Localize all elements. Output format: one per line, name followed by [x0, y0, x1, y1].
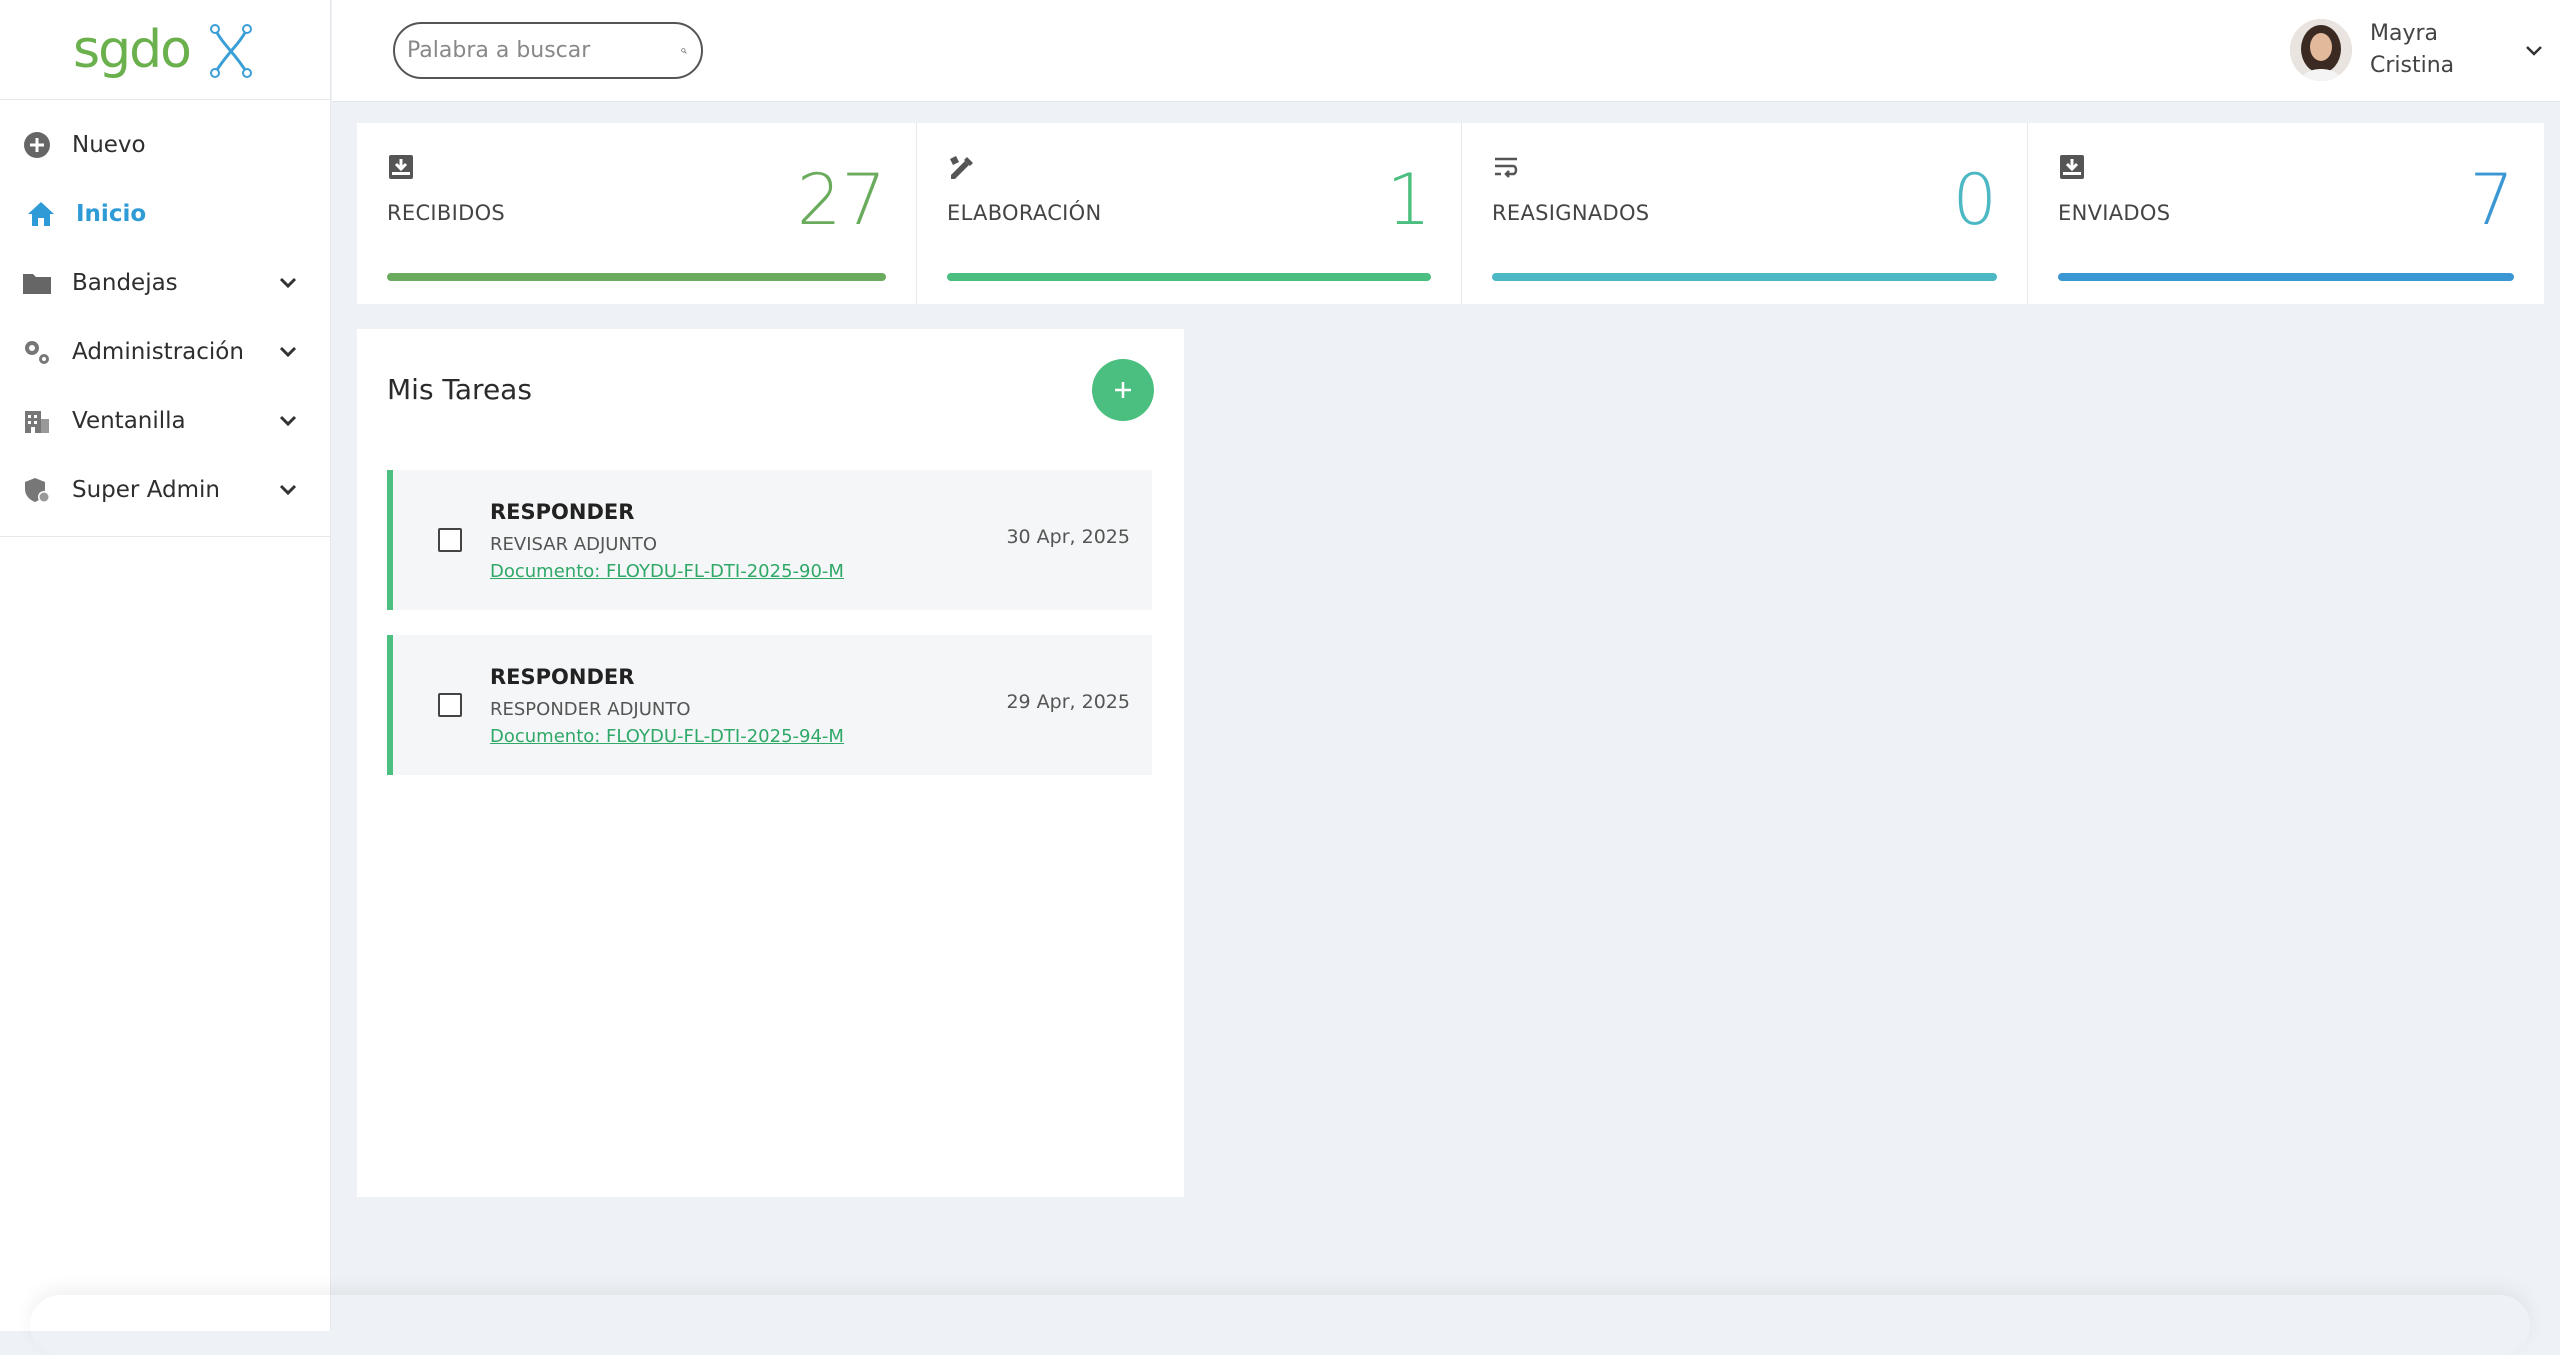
stat-label: ELABORACIÓN [947, 201, 1102, 225]
inbox-download-icon [389, 155, 413, 179]
stat-reasignados[interactable]: REASIGNADOS 0 [1462, 123, 2028, 304]
wrap-text-icon [1495, 157, 1518, 178]
add-task-button[interactable] [1092, 359, 1154, 421]
task-title: RESPONDER [490, 500, 635, 524]
sidebar-item-inicio[interactable]: Inicio [0, 179, 330, 248]
search-box [393, 22, 703, 79]
task-item[interactable]: RESPONDER RESPONDER ADJUNTO Documento: F… [387, 635, 1152, 775]
sidebar-item-ventanilla[interactable]: Ventanilla [0, 386, 330, 455]
stat-count: 0 [1952, 159, 1997, 241]
stat-label: RECIBIDOS [387, 201, 506, 225]
home-icon [26, 199, 56, 229]
task-date: 30 Apr, 2025 [1006, 526, 1130, 548]
sidebar-item-label: Nuevo [72, 131, 146, 158]
task-item[interactable]: RESPONDER REVISAR ADJUNTO Documento: FLO… [387, 470, 1152, 610]
stat-bar [387, 273, 886, 281]
top-header: Mayra Cristina [332, 0, 2560, 102]
avatar [2290, 19, 2352, 81]
tasks-title: Mis Tareas [387, 373, 532, 406]
stat-count: 27 [796, 159, 886, 241]
inbox-download-icon [2060, 155, 2084, 179]
user-first-name: Mayra [2370, 21, 2439, 46]
sidebar-item-label: Ventanilla [72, 407, 186, 434]
sidebar-item-bandejas[interactable]: Bandejas [0, 248, 330, 317]
stat-count: 7 [2469, 159, 2514, 241]
task-document-link[interactable]: Documento: FLOYDU-FL-DTI-2025-90-M [490, 561, 844, 582]
task-checkbox[interactable] [438, 693, 462, 717]
chevron-down-icon [279, 415, 297, 427]
stat-label: REASIGNADOS [1492, 201, 1650, 225]
sidebar-item-administracion[interactable]: Administración [0, 317, 330, 386]
chevron-down-icon [279, 277, 297, 289]
sidebar-item-label: Inicio [76, 200, 147, 227]
stat-bar [1492, 273, 1997, 281]
bottom-edge-shadow [30, 1295, 2530, 1355]
app-logo[interactable]: sgdo [0, 0, 330, 100]
shield-user-icon [22, 475, 52, 505]
sidebar-item-nuevo[interactable]: Nuevo [0, 110, 330, 179]
chevron-down-icon [279, 346, 297, 358]
svg-text:sgdo: sgdo [73, 20, 190, 80]
task-date: 29 Apr, 2025 [1006, 691, 1130, 713]
sidebar-item-label: Super Admin [72, 476, 220, 503]
plus-icon [1115, 382, 1131, 398]
stat-bar [947, 273, 1431, 281]
sidebar-item-label: Bandejas [72, 269, 178, 296]
user-menu[interactable]: Mayra Cristina [2290, 0, 2560, 100]
chevron-down-icon [279, 484, 297, 496]
chevron-down-icon[interactable] [2522, 38, 2546, 62]
user-last-name: Cristina [2370, 53, 2455, 78]
sidebar-nav: Nuevo Inicio Bandejas Administración Ven… [0, 100, 330, 537]
task-document-link[interactable]: Documento: FLOYDU-FL-DTI-2025-94-M [490, 726, 844, 747]
sidebar-item-label: Administración [72, 338, 244, 365]
stat-recibidos[interactable]: RECIBIDOS 27 [357, 123, 917, 304]
task-checkbox[interactable] [438, 528, 462, 552]
sidebar-item-super-admin[interactable]: Super Admin [0, 455, 330, 524]
folder-icon [22, 268, 52, 298]
stats-summary: RECIBIDOS 27 ELABORACIÓN 1 REASIGNADOS 0… [357, 123, 2544, 304]
plus-circle-icon [22, 130, 52, 160]
user-name: Mayra Cristina [2370, 18, 2490, 82]
task-title: RESPONDER [490, 665, 635, 689]
stat-label: ENVIADOS [2058, 201, 2171, 225]
stat-enviados[interactable]: ENVIADOS 7 [2028, 123, 2544, 304]
sgdox-logo: sgdo [73, 20, 252, 80]
building-icon [22, 406, 52, 436]
stat-bar [2058, 273, 2514, 281]
sidebar: sgdo Nuevo Inicio Bandejas Administració… [0, 0, 331, 1331]
gears-icon [22, 337, 52, 367]
task-description: RESPONDER ADJUNTO [490, 699, 691, 720]
search-input[interactable] [407, 38, 681, 63]
tasks-panel: Mis Tareas RESPONDER REVISAR ADJUNTO Doc… [357, 329, 1184, 1197]
stat-count: 1 [1386, 159, 1431, 241]
task-description: REVISAR ADJUNTO [490, 534, 658, 555]
stat-elaboracion[interactable]: ELABORACIÓN 1 [917, 123, 1462, 304]
search-icon[interactable] [681, 37, 687, 65]
pencil-ruler-icon [950, 156, 973, 179]
